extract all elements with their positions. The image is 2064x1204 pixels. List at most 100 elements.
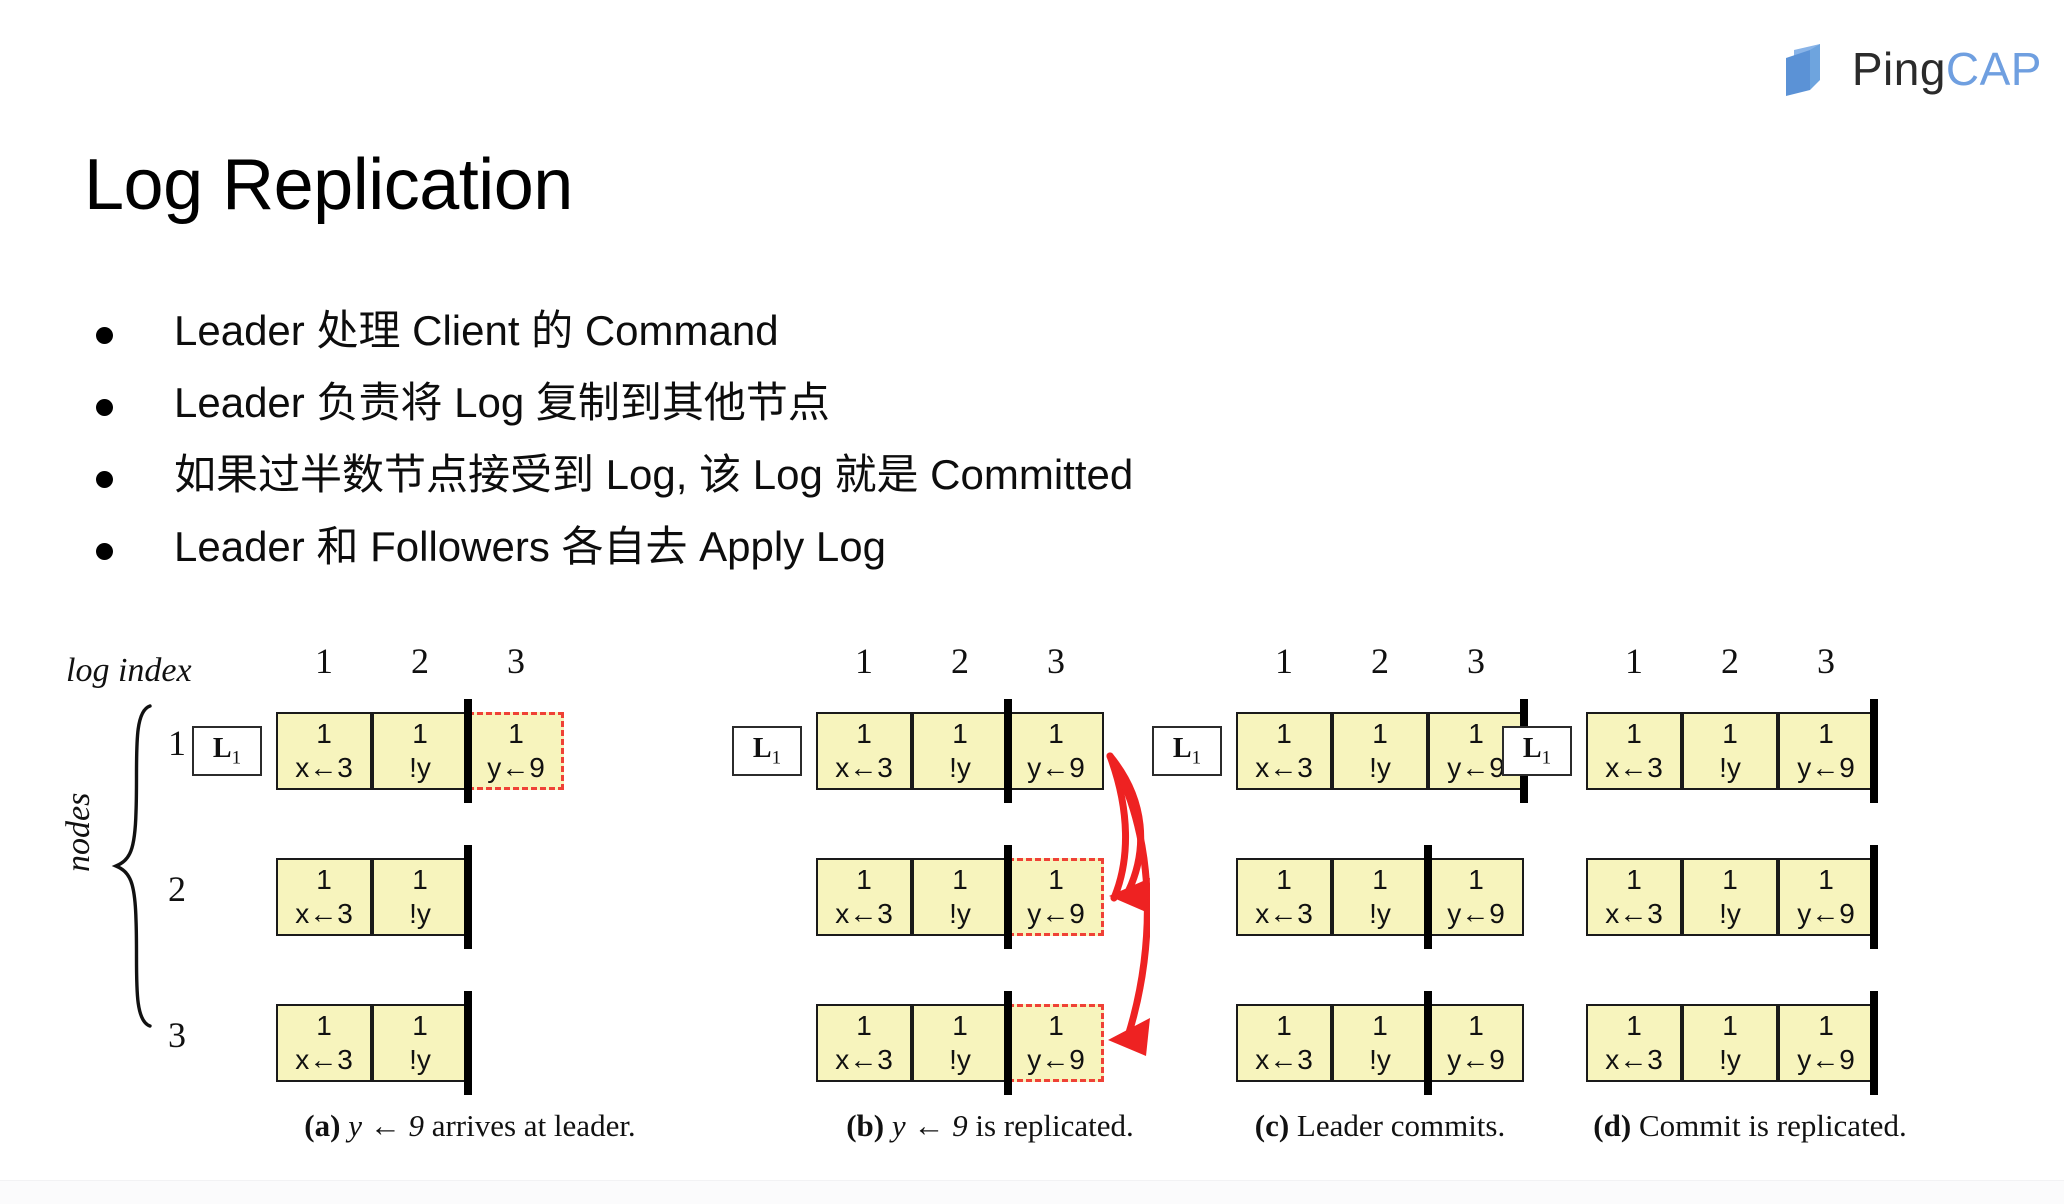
caption-label: (d) [1593, 1108, 1632, 1143]
log-index-number: 2 [951, 641, 969, 681]
commit-index-bar [464, 845, 472, 949]
bullet-text: Leader 负责将 Log 复制到其他节点 [174, 379, 830, 426]
log-entry-cell: 1 x←3 [1586, 1004, 1682, 1082]
log-entry-term: 1 [412, 1010, 428, 1041]
caption-math: y ← 9 [348, 1108, 424, 1143]
log-entry-term: 1 [316, 864, 332, 895]
log-index-number: 3 [507, 641, 525, 681]
caption-label: (a) [304, 1108, 341, 1143]
log-entry-cell: 1 !y [912, 858, 1008, 936]
log-entry-command: y←9 [1027, 898, 1085, 929]
log-row: 1 x←3 1 !y 1 y←9 [816, 1004, 1104, 1082]
log-entry-cell: 1 !y [372, 1004, 468, 1082]
log-entry-cell: 1 y←9 [1778, 1004, 1874, 1082]
log-entry-term: 1 [508, 718, 524, 749]
leader-badge: L1 [192, 726, 262, 776]
log-entry-command: x←3 [1255, 898, 1313, 929]
pingcap-logo-icon [1780, 40, 1838, 98]
log-index-number: 2 [1721, 641, 1739, 681]
log-index-header: 1 2 3 [1480, 640, 1920, 684]
bullet-dot-icon [96, 399, 118, 416]
log-row: 1 x←3 1 !y 1 y←9 [1586, 1004, 1874, 1082]
caption-label: (c) [1254, 1108, 1290, 1143]
log-entry-cell: 1 !y [372, 712, 468, 790]
log-entry-command: x←3 [295, 1044, 353, 1075]
log-entry-command: !y [949, 752, 971, 783]
bullet-text: 如果过半数节点接受到 Log, 该 Log 就是 Committed [174, 451, 1134, 498]
figure-panel-a: 1 2 3 L1 1 x←3 1 !y 1 y←9 1 x←3 1 !y 1 x←3 1 !y (a) y ← 9 … [170, 640, 636, 1160]
log-entry-cell: 1 !y [1332, 858, 1428, 936]
log-entry-cell: 1 y←9 [1008, 712, 1104, 790]
log-entry-term: 1 [1048, 864, 1064, 895]
log-index-number: 1 [315, 641, 333, 681]
log-entry-term: 1 [1276, 864, 1292, 895]
bullet-dot-icon [96, 471, 118, 488]
log-entry-cell: 1 y←9 [1778, 858, 1874, 936]
log-entry-command: !y [1369, 898, 1391, 929]
bullet-dot-icon [96, 327, 118, 344]
log-entry-term: 1 [952, 718, 968, 749]
log-entry-command: y←9 [1797, 752, 1855, 783]
log-entry-command: x←3 [1605, 898, 1663, 929]
log-entry-term: 1 [1048, 1010, 1064, 1041]
log-entry-command: x←3 [1605, 1044, 1663, 1075]
list-item: 如果过半数节点接受到 Log, 该 Log 就是 Committed [96, 449, 1596, 521]
log-index-header: 1 2 3 [710, 640, 1150, 684]
commit-index-bar [1424, 991, 1432, 1095]
commit-index-bar [464, 991, 472, 1095]
log-index-header: 1 2 3 [170, 640, 610, 684]
log-index-number: 1 [1275, 641, 1293, 681]
list-item: Leader 负责将 Log 复制到其他节点 [96, 377, 1596, 449]
log-entry-term: 1 [1818, 718, 1834, 749]
log-entry-term: 1 [1372, 718, 1388, 749]
commit-index-bar [464, 699, 472, 803]
log-entry-term: 1 [952, 864, 968, 895]
log-entry-command: !y [409, 898, 431, 929]
log-entry-term: 1 [316, 1010, 332, 1041]
log-index-number: 1 [855, 641, 873, 681]
log-entry-cell: 1 x←3 [816, 1004, 912, 1082]
log-entry-term: 1 [1722, 718, 1738, 749]
log-entry-term: 1 [1626, 864, 1642, 895]
log-entry-command: x←3 [1605, 752, 1663, 783]
log-entry-cell: 1 !y [912, 712, 1008, 790]
log-entry-term: 1 [1276, 718, 1292, 749]
log-entry-term: 1 [1818, 864, 1834, 895]
commit-index-bar [1870, 845, 1878, 949]
log-entry-cell: 1 x←3 [816, 712, 912, 790]
log-entry-cell: 1 !y [1682, 712, 1778, 790]
log-entry-term: 1 [1048, 718, 1064, 749]
leader-badge: L1 [1502, 726, 1572, 776]
pingcap-logo: PingCAP [1780, 38, 2042, 100]
log-entry-cell: 1 y←9 [1778, 712, 1874, 790]
log-row: 1 x←3 1 !y [276, 858, 564, 936]
log-entry-cell: 1 x←3 [1586, 858, 1682, 936]
log-entry-command: x←3 [1255, 1044, 1313, 1075]
log-entry-term: 1 [1722, 1010, 1738, 1041]
page-title: Log Replication [84, 145, 573, 225]
commit-index-bar [1870, 699, 1878, 803]
bullet-text: Leader 和 Followers 各自去 Apply Log [174, 523, 886, 570]
log-entry-cell: 1 x←3 [1236, 1004, 1332, 1082]
log-entry-command: y←9 [1027, 752, 1085, 783]
log-entry-term: 1 [856, 1010, 872, 1041]
caption-text: arrives at leader. [431, 1108, 636, 1143]
log-entry-command: !y [409, 752, 431, 783]
caption-label: (b) [846, 1108, 885, 1143]
log-entry-command: x←3 [295, 752, 353, 783]
log-entry-command: !y [409, 1044, 431, 1075]
log-entry-cell: 1 x←3 [1236, 712, 1332, 790]
log-entry-command: x←3 [1255, 752, 1313, 783]
log-entry-cell: 1 !y [372, 858, 468, 936]
log-entry-command: !y [1369, 752, 1391, 783]
log-entry-term: 1 [856, 864, 872, 895]
log-entry-term: 1 [856, 718, 872, 749]
log-entry-term: 1 [1818, 1010, 1834, 1041]
log-entry-term: 1 [1722, 864, 1738, 895]
log-entry-cell: 1 !y [1332, 712, 1428, 790]
log-index-number: 1 [1625, 641, 1643, 681]
log-entry-term: 1 [412, 718, 428, 749]
slide-bottom-strip [0, 1180, 2064, 1204]
log-entry-cell: 1 y←9 [1008, 858, 1104, 936]
log-entry-cell: 1 x←3 [816, 858, 912, 936]
